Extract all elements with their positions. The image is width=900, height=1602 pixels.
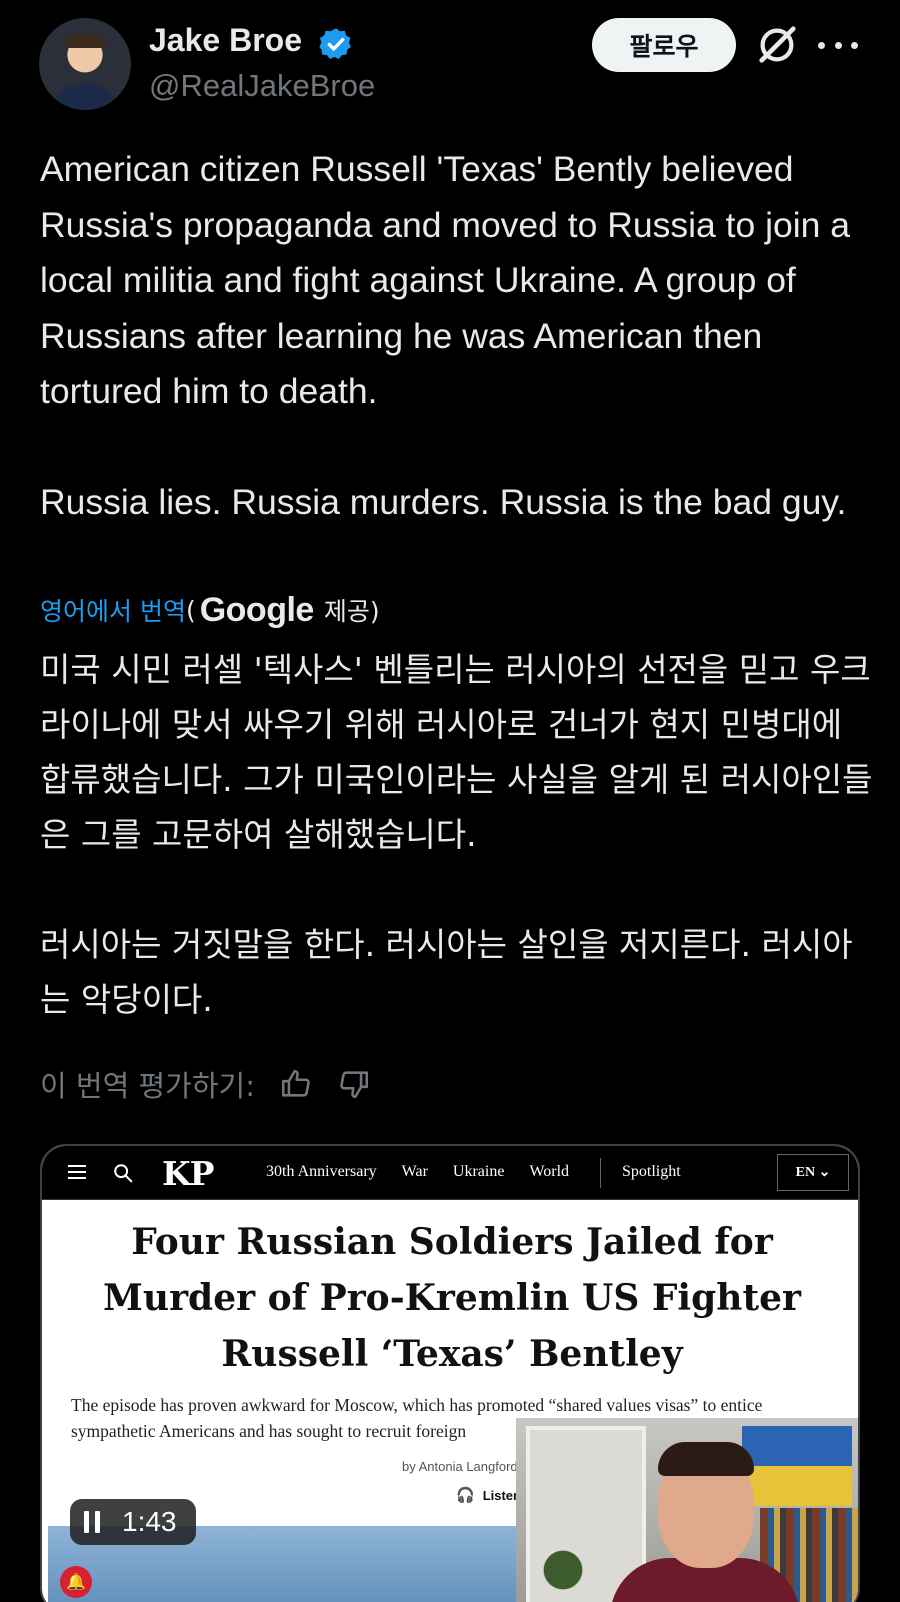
tweet-header: Jake Broe @RealJakeBroe 팔로우 bbox=[0, 0, 900, 120]
video-player-control[interactable]: 1:43 bbox=[70, 1499, 196, 1545]
kp-nav-divider bbox=[600, 1158, 601, 1188]
tweet-paragraph: American citizen Russell 'Texas' Bently … bbox=[40, 149, 850, 411]
kp-nav-link: 30th Anniversary bbox=[266, 1163, 377, 1180]
video-time: 1:43 bbox=[122, 1506, 177, 1537]
kp-logo: KP bbox=[162, 1154, 214, 1193]
article-byline: by Antonia Langford bbox=[402, 1459, 518, 1474]
kp-nav-link: Ukraine bbox=[452, 1163, 505, 1180]
follow-button[interactable]: 팔로우 bbox=[592, 18, 736, 72]
translated-from-link[interactable]: 영어에서 번역 bbox=[40, 592, 186, 628]
thumbs-down-icon[interactable] bbox=[337, 1067, 371, 1101]
listen-control: 🎧 Listen bbox=[456, 1486, 521, 1504]
notification-bell-icon: 🔔 bbox=[60, 1566, 92, 1598]
kp-nav-link: War bbox=[401, 1163, 428, 1180]
background-plant bbox=[538, 1530, 588, 1602]
rate-translation-label: 이 번역 평가하기: bbox=[40, 1069, 255, 1103]
menu-icon bbox=[68, 1165, 86, 1179]
kp-language-select: EN ⌄ bbox=[777, 1154, 849, 1191]
pause-icon[interactable] bbox=[84, 1511, 106, 1533]
headphones-icon: 🎧 bbox=[456, 1487, 475, 1504]
more-dot bbox=[851, 41, 858, 49]
attribution-suffix: 제공) bbox=[323, 597, 380, 626]
kp-nav-links: 30th Anniversary War Ukraine World bbox=[266, 1163, 594, 1181]
presenter-hair bbox=[658, 1442, 754, 1476]
kp-nav-spotlight: Spotlight bbox=[622, 1163, 681, 1180]
rate-translation: 이 번역 평가하기: bbox=[40, 1062, 371, 1106]
avatar[interactable] bbox=[39, 18, 131, 110]
avatar-shirt bbox=[51, 84, 119, 110]
translation-attribution: 영어에서 번역 ( Google 제공) bbox=[40, 588, 380, 632]
media-video-card[interactable]: KP 30th Anniversary War Ukraine World Sp… bbox=[40, 1144, 860, 1602]
presenter-webcam-overlay bbox=[516, 1418, 858, 1602]
tweet-text: American citizen Russell 'Texas' Bently … bbox=[40, 142, 870, 530]
author-display-name[interactable]: Jake Broe bbox=[149, 22, 302, 59]
verified-badge-icon[interactable] bbox=[318, 26, 354, 62]
translated-paragraph: 미국 시민 러셀 '텍사스' 벤틀리는 러시아의 선전을 믿고 우크라이나에 맞… bbox=[40, 650, 873, 854]
translated-text: 미국 시민 러셀 '텍사스' 벤틀리는 러시아의 선전을 믿고 우크라이나에 맞… bbox=[40, 642, 880, 1027]
attribution-paren: ( bbox=[185, 595, 196, 625]
google-logo: Google bbox=[199, 590, 315, 629]
grok-icon[interactable] bbox=[754, 22, 800, 68]
ukraine-flag bbox=[742, 1426, 852, 1506]
tweet-paragraph: Russia lies. Russia murders. Russia is t… bbox=[40, 481, 847, 522]
search-icon bbox=[114, 1164, 133, 1183]
translated-paragraph: 러시아는 거짓말을 한다. 러시아는 살인을 저지른다. 러시아는 악당이다. bbox=[40, 925, 853, 1019]
more-dot bbox=[834, 41, 842, 49]
thumbs-up-icon[interactable] bbox=[279, 1067, 313, 1101]
kp-navbar: KP 30th Anniversary War Ukraine World Sp… bbox=[42, 1146, 858, 1200]
more-icon[interactable] bbox=[818, 30, 858, 60]
avatar-hair bbox=[65, 34, 105, 48]
kp-nav-link: World bbox=[529, 1163, 570, 1180]
author-handle[interactable]: @RealJakeBroe bbox=[149, 68, 375, 104]
more-dot bbox=[818, 41, 825, 49]
article-headline: Four Russian Soldiers Jailed for Murder … bbox=[103, 1221, 801, 1375]
